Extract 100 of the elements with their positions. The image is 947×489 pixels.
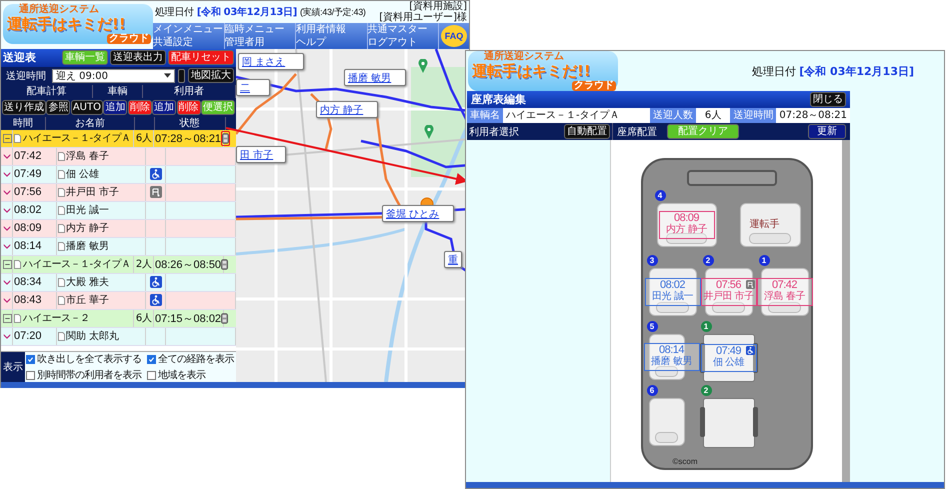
user-row[interactable]: 07:42 浮島 春子 xyxy=(1,148,236,166)
action-button[interactable]: 送り作成 xyxy=(2,100,46,115)
scrollbar[interactable] xyxy=(842,140,850,482)
user-link[interactable]: 岡 まさえ xyxy=(242,54,286,68)
faq-button[interactable]: FAQ xyxy=(441,25,467,47)
user-link[interactable]: 二 xyxy=(240,80,250,94)
option-label: 別時間帯の利用者を表示 xyxy=(37,368,142,382)
document-icon xyxy=(14,134,21,143)
seat-assignment[interactable]: 08:14 播磨 敏男 xyxy=(644,343,700,371)
checkbox[interactable] xyxy=(26,370,35,380)
chevron-icon[interactable] xyxy=(3,206,11,214)
pickup-time: 08:02 xyxy=(14,204,42,216)
user-link[interactable]: 内方 静子 xyxy=(320,102,364,116)
time-select[interactable]: 迎え 09:00 xyxy=(52,68,175,83)
update-button[interactable]: 更新 xyxy=(808,124,846,139)
display-label: 表示 xyxy=(1,352,25,382)
chevron-icon[interactable] xyxy=(3,296,11,304)
info-value: ハイエース－１-タイプＡ xyxy=(503,108,650,123)
map-area[interactable]: 岡 まさえ 二 播磨 敏男 内方 静子 田 市子 釜堀 ひとみ 重 xyxy=(236,49,469,382)
chevron-icon[interactable] xyxy=(3,332,11,340)
seat[interactable] xyxy=(704,268,752,316)
chevron-icon[interactable] xyxy=(3,242,11,250)
vehicle-name: ハイエース－１-タイプＡ xyxy=(23,132,131,146)
collapse-icon[interactable] xyxy=(2,134,12,143)
seat-chart-icon[interactable] xyxy=(222,132,230,144)
chevron-icon[interactable] xyxy=(3,278,11,286)
user-row[interactable]: 07:49 佃 公雄 xyxy=(1,166,236,184)
toolbar-button[interactable]: 送迎表出力 xyxy=(110,50,166,66)
user-row[interactable]: 07:20 関助 太郎丸 xyxy=(1,328,236,346)
user-name: 播磨 敏男 xyxy=(651,356,692,368)
vehicle-row[interactable]: ハイエース－１-タイプＡ 2人 08:26～08:50 xyxy=(1,256,236,274)
seat[interactable] xyxy=(648,268,696,316)
seat[interactable] xyxy=(656,203,716,247)
logo-subtitle: クラウド xyxy=(572,81,616,91)
user-link[interactable]: 田 市子 xyxy=(240,148,274,162)
chevron-icon[interactable] xyxy=(3,188,11,196)
seat[interactable] xyxy=(760,268,808,316)
document-icon xyxy=(58,332,65,341)
seat-assignment[interactable]: 07:56 井戸田 市子 xyxy=(700,278,756,306)
seat-assignment[interactable]: 08:02 田光 誠一 xyxy=(644,278,700,306)
action-button[interactable]: 削除 xyxy=(176,100,201,115)
chevron-icon[interactable] xyxy=(3,224,11,232)
seat-chart-icon[interactable] xyxy=(221,258,228,270)
processing-date: [令和 03年12月13日] xyxy=(196,6,297,19)
user-name: 播磨 敏男 xyxy=(66,240,110,254)
menu-item[interactable]: 臨時メニュー xyxy=(224,23,296,36)
seat-assignment[interactable]: 07:49 佃 公雄 xyxy=(700,344,756,372)
user-name: 井戸田 市子 xyxy=(66,186,120,200)
menu-item[interactable]: メインメニュー xyxy=(153,23,224,36)
map-zoom-button[interactable]: 地図拡大 xyxy=(188,68,234,84)
seat-number: 1 xyxy=(758,255,770,266)
seat[interactable] xyxy=(648,398,684,446)
account-text: [資料用施設] xyxy=(409,1,467,12)
action-button[interactable]: 追加 xyxy=(152,100,176,115)
account-text: [資料用ユーザー]様 xyxy=(379,12,467,23)
record-count: (実績:43/予定:43) xyxy=(300,6,366,19)
pickup-time: 08:09 xyxy=(14,222,42,234)
driver-label: 運転手 xyxy=(750,218,780,231)
user-row[interactable]: 07:56 井戸田 市子 xyxy=(1,184,236,202)
collapse-icon[interactable] xyxy=(2,314,12,323)
toolbar-button[interactable]: 配車リセット xyxy=(168,50,234,66)
user-row[interactable]: 08:02 田光 誠一 xyxy=(1,202,236,220)
action-button[interactable]: 参照 xyxy=(46,100,70,115)
auto-assign-button[interactable]: 自動配置 xyxy=(564,124,610,139)
small-button[interactable] xyxy=(178,68,185,83)
caret-icon xyxy=(164,73,171,78)
user-name: 内方 静子 xyxy=(666,224,707,236)
user-link[interactable]: 播磨 敏男 xyxy=(348,70,392,84)
user-row[interactable]: 08:14 播磨 敏男 xyxy=(1,238,236,256)
checkbox[interactable] xyxy=(26,354,35,364)
checkbox[interactable] xyxy=(147,354,156,364)
user-link[interactable]: 重 xyxy=(448,252,458,266)
action-button[interactable]: 削除 xyxy=(128,100,152,115)
seat-assignment[interactable]: 08:09 内方 静子 xyxy=(658,211,714,239)
vehicle-row[interactable]: ハイエース－２ 6人 07:15～08:02 xyxy=(1,310,236,328)
section-label: 利用者選択 xyxy=(469,126,519,138)
chevron-icon[interactable] xyxy=(3,170,11,178)
seat-number: 4 xyxy=(654,190,666,201)
user-name: 大殿 雅夫 xyxy=(66,276,110,290)
user-row[interactable]: 08:43 市丘 華子 xyxy=(1,292,236,310)
chevron-icon[interactable] xyxy=(3,152,11,160)
vehicle-row[interactable]: ハイエース－１-タイプＡ 6人 07:28～08:21 xyxy=(1,130,236,148)
collapse-icon[interactable] xyxy=(2,260,12,269)
seat-assignment[interactable]: 07:42 浮島 春子 xyxy=(756,278,812,306)
logo-tagline: 通所送迎システム xyxy=(19,4,99,15)
user-name: 内方 静子 xyxy=(66,222,110,236)
user-link[interactable]: 釜堀 ひとみ xyxy=(386,206,440,220)
info-value: 6人 xyxy=(696,108,730,123)
checkbox[interactable] xyxy=(147,370,156,380)
user-row[interactable]: 08:09 内方 静子 xyxy=(1,220,236,238)
option-label: 吹き出しを全て表示する xyxy=(37,352,142,366)
user-name: 井戸田 市子 xyxy=(703,291,754,303)
action-button[interactable]: 追加 xyxy=(103,100,128,115)
action-button[interactable]: AUTO xyxy=(70,100,103,115)
driver-seat[interactable] xyxy=(740,203,800,247)
close-button[interactable]: 閉じる xyxy=(810,92,846,107)
processing-date: [令和 03年12月13日] xyxy=(799,64,914,78)
seat-chart-icon[interactable] xyxy=(221,312,228,324)
user-row[interactable]: 08:34 大殿 雅夫 xyxy=(1,274,236,292)
panel-title: 送迎表 xyxy=(3,50,36,66)
